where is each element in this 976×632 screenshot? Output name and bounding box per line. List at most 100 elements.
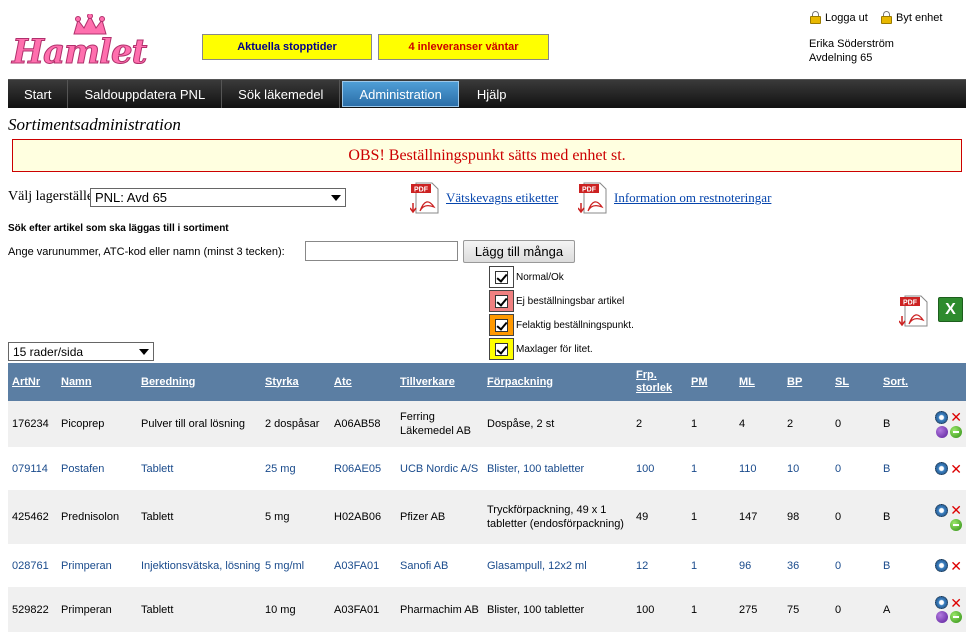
delete-icon[interactable]: ✕: [950, 503, 962, 517]
table-row: 529822 Primperan Tablett 10 mg A03FA01 Pharma…: [8, 587, 966, 632]
row-actions: ✕: [935, 544, 962, 587]
col-forpackning[interactable]: Förpackning: [487, 363, 553, 401]
pdf-icon-label: PDF: [582, 187, 597, 194]
checkbox-maxlager[interactable]: [495, 342, 508, 356]
cell-bp: 36: [787, 559, 800, 572]
switch-unit-label: Byt enhet: [896, 11, 943, 24]
col-namn[interactable]: Namn: [61, 363, 92, 401]
tab-sok-lakemedel[interactable]: Sök läkemedel: [222, 80, 341, 108]
gear-icon[interactable]: [935, 559, 949, 572]
hamlet-logo[interactable]: Hamlet: [11, 14, 162, 73]
vatskevagn-link[interactable]: PDF Vätskevagns etiketter: [409, 181, 558, 215]
green-status-icon[interactable]: [950, 425, 962, 438]
cell-ml: 147: [739, 511, 758, 523]
table-header: ArtNr Namn Beredning Styrka Atc Tillverk…: [8, 363, 966, 401]
logout-link[interactable]: Logga ut: [810, 11, 868, 24]
cell-pm: 1: [691, 559, 698, 572]
table-row: 079114 Postafen Tablett 25 mg R06AE05 UCB Nor…: [8, 447, 966, 490]
checkbox-felaktig[interactable]: [495, 318, 508, 332]
user-unit: Avdelning 65: [809, 52, 873, 64]
inleveranser-button[interactable]: 4 inleveranser väntar: [378, 34, 549, 60]
tab-administration[interactable]: Administration: [342, 81, 459, 107]
green-status-icon[interactable]: [950, 518, 962, 531]
cell-forpackning: Glasampull, 12x2 ml: [487, 559, 587, 572]
export-excel-icon[interactable]: X: [938, 297, 963, 322]
cell-artnr: 079114: [12, 462, 48, 475]
cell-sort: A: [883, 603, 891, 616]
col-atc[interactable]: Atc: [334, 363, 352, 401]
purple-status-icon[interactable]: [936, 425, 948, 438]
cell-forpackning: Tryckförpackning, 49 x 1 tabletter (endo…: [487, 504, 624, 530]
col-pm[interactable]: PM: [691, 363, 708, 401]
cell-namn: Prednisolon: [61, 511, 120, 523]
cell-forpackning: Dospåse, 2 st: [487, 418, 555, 430]
delete-icon[interactable]: ✕: [950, 462, 962, 476]
cell-beredning: Tablett: [141, 462, 174, 475]
gear-icon[interactable]: [935, 503, 949, 517]
row-actions: ✕: [935, 587, 962, 632]
legend-maxlager-swatch: [489, 338, 514, 360]
cell-artnr: 176234: [12, 418, 49, 430]
cell-sort: B: [883, 559, 891, 572]
pdf-icon: PDF: [577, 181, 608, 215]
tab-saldouppdatera[interactable]: Saldouppdatera PNL: [68, 80, 223, 108]
cell-styrka: 10 mg: [265, 603, 296, 616]
tab-start[interactable]: Start: [8, 80, 69, 108]
delete-icon[interactable]: ✕: [950, 559, 962, 573]
delete-icon[interactable]: ✕: [950, 410, 962, 424]
rows-per-page-select[interactable]: 15 rader/sida: [8, 342, 154, 361]
gear-icon[interactable]: [935, 462, 949, 475]
export-pdf-icon[interactable]: PDF: [898, 294, 929, 328]
legend-ej-bestallningsbar-swatch: [489, 290, 514, 312]
switch-unit-link[interactable]: Byt enhet: [881, 11, 942, 24]
add-many-button[interactable]: Lägg till många: [463, 240, 575, 263]
cell-artnr: 028761: [12, 559, 49, 572]
user-name: Erika Söderström: [809, 38, 894, 50]
checkbox-normal[interactable]: [495, 270, 508, 284]
cell-tillverkare: Sanofi AB: [400, 559, 449, 572]
pdf-icon-label: PDF: [903, 300, 918, 307]
chevron-down-icon: [331, 194, 341, 201]
purple-status-icon[interactable]: [936, 611, 948, 623]
restnoteringar-link[interactable]: PDF Information om restnoteringar: [577, 181, 771, 215]
user-info: Erika Söderström Avdelning 65: [809, 37, 894, 65]
cell-forpackning: Blister, 100 tabletter: [487, 603, 585, 616]
delete-icon[interactable]: ✕: [950, 596, 962, 610]
green-status-icon[interactable]: [950, 611, 962, 623]
col-bp[interactable]: BP: [787, 363, 802, 401]
cell-sort: B: [883, 418, 891, 430]
cell-bp: 10: [787, 462, 800, 475]
cell-tillverkare: UCB Nordic A/S: [400, 462, 479, 475]
table-row: 425462 Prednisolon Tablett 5 mg H02AB06 Pfize…: [8, 490, 966, 544]
search-input[interactable]: [305, 241, 458, 261]
gear-icon[interactable]: [935, 410, 949, 424]
tab-hjalp[interactable]: Hjälp: [461, 80, 523, 108]
stock-select-value: PNL: Avd 65: [95, 190, 168, 205]
cell-namn: Primperan: [61, 559, 112, 572]
cell-beredning: Tablett: [141, 511, 174, 523]
cell-sort: B: [883, 462, 891, 475]
lock-icon: [810, 11, 821, 24]
row-actions: ✕: [935, 447, 962, 490]
col-artnr[interactable]: ArtNr: [12, 363, 40, 401]
vatskevagn-link-text[interactable]: Vätskevagns etiketter: [446, 190, 558, 206]
restnoteringar-link-text[interactable]: Information om restnoteringar: [614, 190, 771, 206]
legend-normal-swatch: [489, 266, 514, 288]
cell-pm: 1: [691, 418, 698, 430]
stopptider-button[interactable]: Aktuella stopptider: [202, 34, 372, 60]
legend-felaktig-swatch: [489, 314, 514, 336]
cell-atc: A03FA01: [334, 559, 380, 572]
col-beredning[interactable]: Beredning: [141, 363, 195, 401]
page-title: Sortimentsadministration: [8, 115, 181, 134]
col-ml[interactable]: ML: [739, 363, 755, 401]
col-frp-storlek[interactable]: Frp. storlek: [636, 363, 682, 401]
cell-pm: 1: [691, 462, 698, 475]
col-sort[interactable]: Sort.: [883, 363, 908, 401]
gear-icon[interactable]: [935, 596, 949, 609]
checkbox-ej-bestallningsbar[interactable]: [495, 294, 508, 308]
cell-namn: Picoprep: [61, 418, 105, 430]
col-styrka[interactable]: Styrka: [265, 363, 299, 401]
col-tillverkare[interactable]: Tillverkare: [400, 363, 455, 401]
col-sl[interactable]: SL: [835, 363, 849, 401]
stock-select[interactable]: PNL: Avd 65: [90, 188, 346, 207]
